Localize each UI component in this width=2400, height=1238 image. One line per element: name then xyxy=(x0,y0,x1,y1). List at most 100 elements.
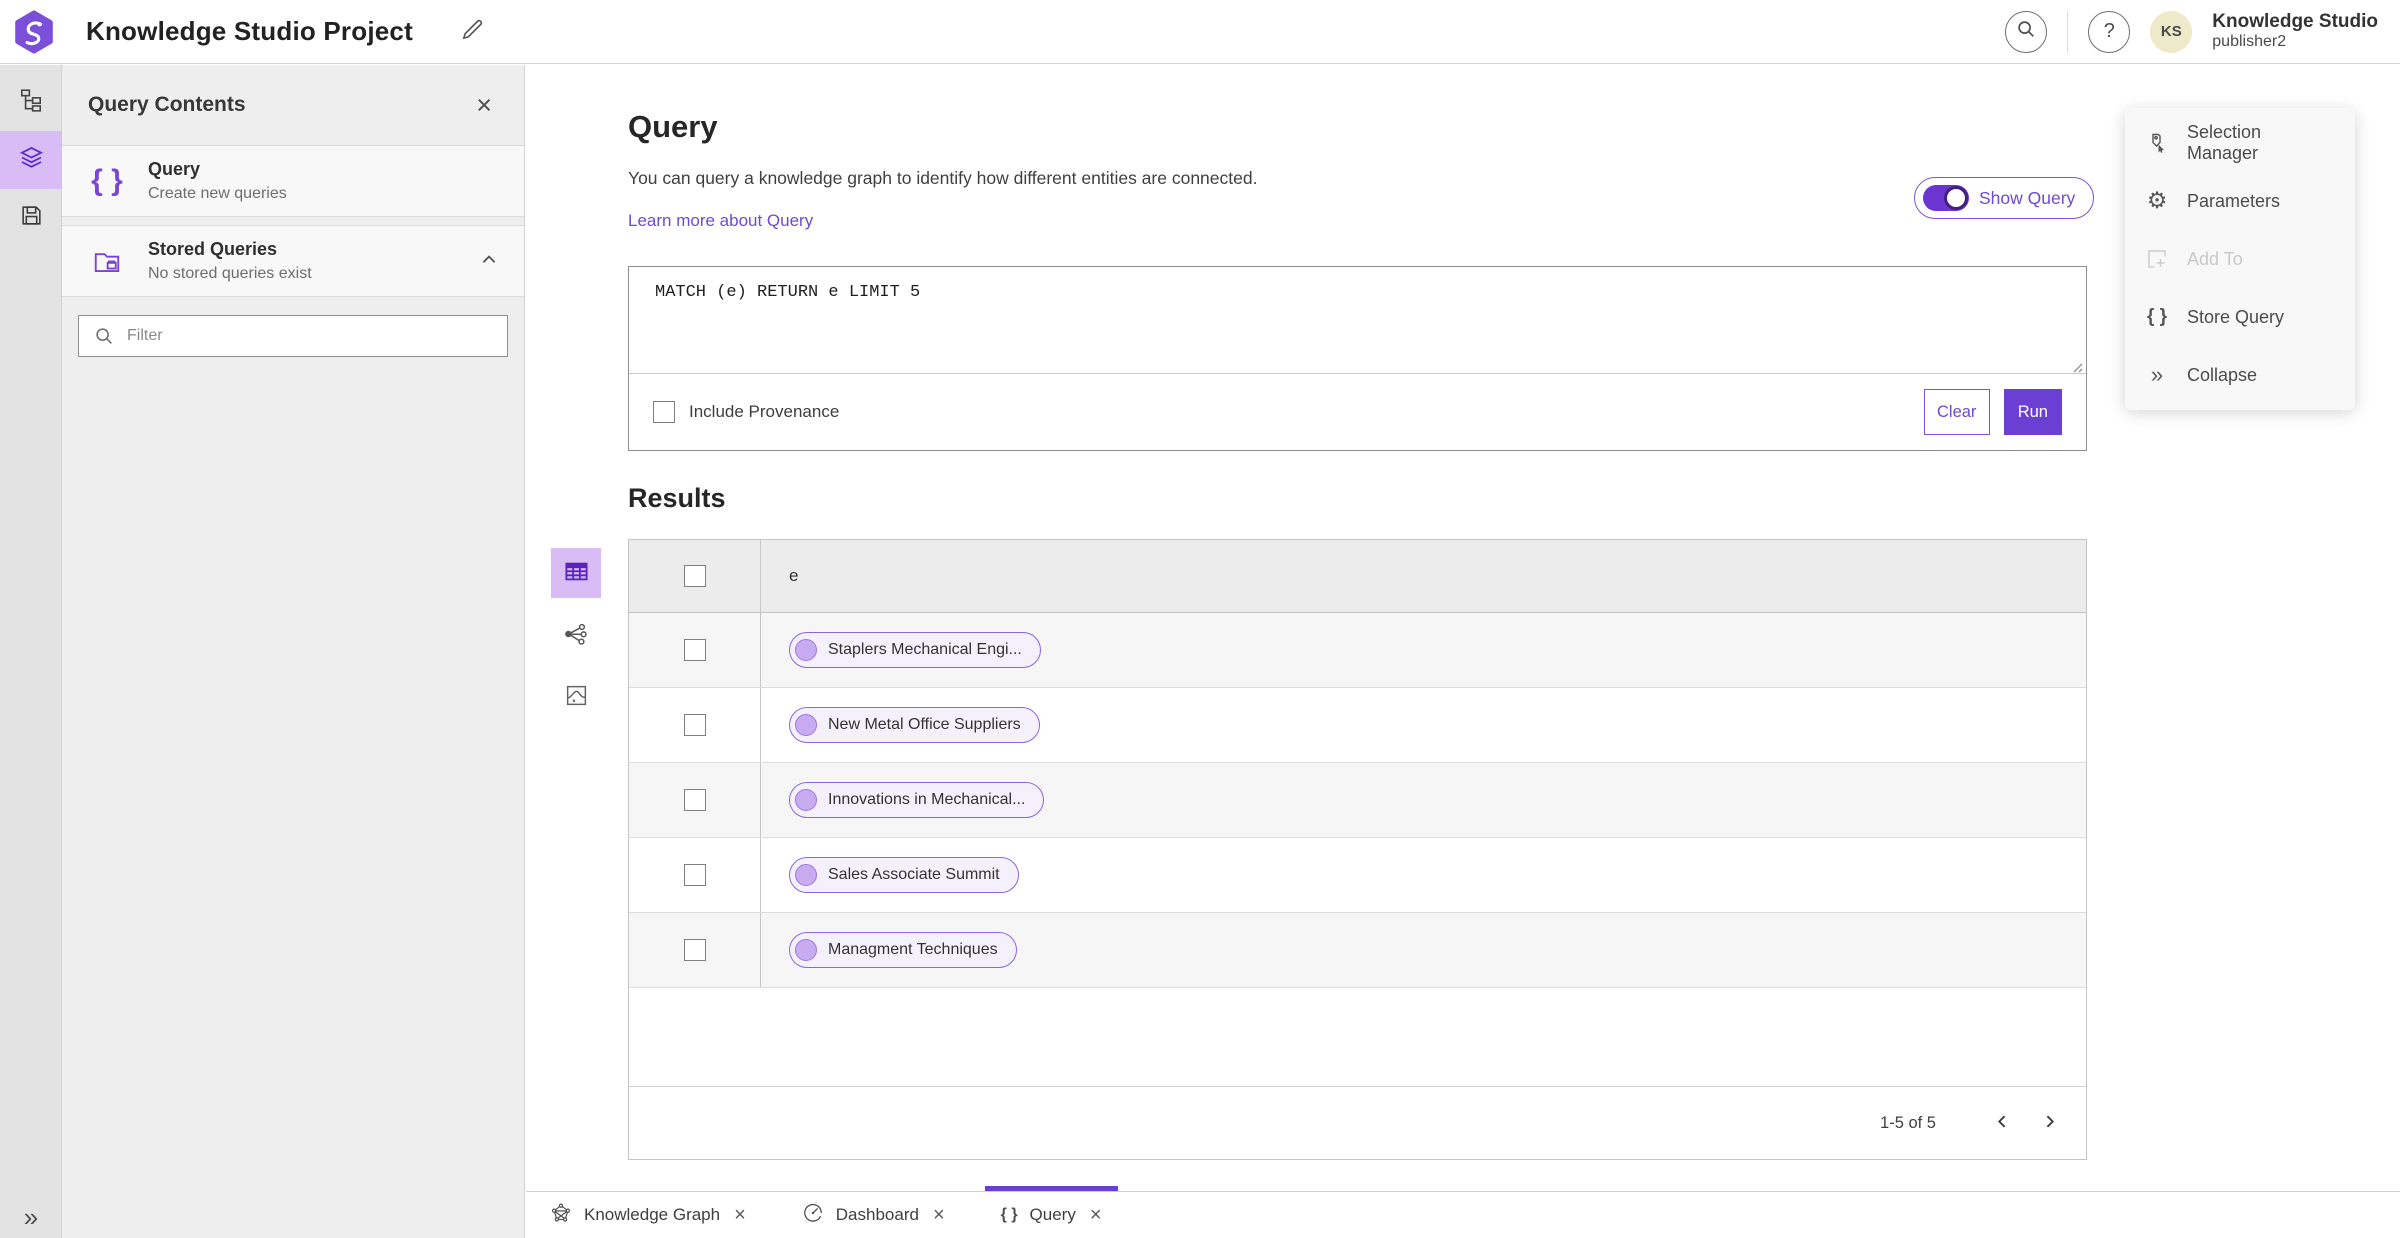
rail-item-data-model[interactable] xyxy=(0,73,62,131)
query-contents-panel: Query Contents × { } Query Create new qu… xyxy=(62,65,525,1238)
tab-query[interactable]: { } Query × xyxy=(984,1186,1118,1238)
resize-grip[interactable] xyxy=(2069,359,2083,378)
collapse-section-button[interactable] xyxy=(476,247,502,276)
toggle-knob xyxy=(1944,186,1968,210)
row-checkbox[interactable] xyxy=(683,864,706,886)
menu-item-label: Selection Manager xyxy=(2187,122,2262,163)
menu-item-collapse[interactable]: » Collapse xyxy=(2125,346,2355,404)
table-icon xyxy=(563,558,590,588)
learn-more-link[interactable]: Learn more about Query xyxy=(628,211,813,231)
close-tab-icon[interactable]: × xyxy=(1090,1205,1102,1225)
row-checkbox[interactable] xyxy=(683,939,706,961)
query-description: You can query a knowledge graph to ident… xyxy=(628,168,1258,188)
run-button[interactable]: Run xyxy=(2003,389,2062,435)
header-actions: ? KS Knowledge Studio publisher2 xyxy=(2005,10,2400,53)
search-button[interactable] xyxy=(2005,10,2048,53)
tab-label: Query xyxy=(1029,1205,1076,1224)
panel-item-title: Stored Queries xyxy=(148,239,278,259)
chevron-right-icon xyxy=(2041,1113,2058,1133)
table-footer: 1-5 of 5 xyxy=(629,1086,2086,1159)
menu-item-selection-manager[interactable]: Selection Manager xyxy=(2125,114,2355,172)
entity-pill[interactable]: Staplers Mechanical Engi... xyxy=(789,632,1041,668)
hierarchy-icon xyxy=(18,87,44,118)
select-all-checkbox[interactable] xyxy=(683,565,706,587)
menu-item-add-to: Add To xyxy=(2125,230,2355,288)
entity-pill[interactable]: Managment Techniques xyxy=(789,932,1017,968)
table-header-row: e xyxy=(629,540,2086,613)
map-view-button[interactable] xyxy=(551,672,601,722)
row-checkbox[interactable] xyxy=(683,789,706,811)
row-checkbox[interactable] xyxy=(683,714,706,736)
menu-item-label: Add To xyxy=(2187,248,2243,269)
menu-item-parameters[interactable]: ⚙ Parameters xyxy=(2125,172,2355,230)
braces-icon: { } xyxy=(91,164,123,197)
link-chart-icon xyxy=(563,621,589,650)
user-name: Knowledge Studio xyxy=(2212,11,2378,33)
results-view-toolbar xyxy=(551,548,601,734)
include-provenance-checkbox[interactable] xyxy=(653,401,675,423)
rail-item-layers[interactable] xyxy=(0,131,62,189)
main-content: Query You can query a knowledge graph to… xyxy=(526,65,2400,1238)
filter-input[interactable] xyxy=(78,315,508,357)
header-checkbox-cell xyxy=(629,540,761,612)
entity-node-icon xyxy=(795,939,817,961)
toggle-switch[interactable] xyxy=(1923,185,1969,211)
clear-button[interactable]: Clear xyxy=(1923,389,1990,435)
panel-close-button[interactable]: × xyxy=(470,91,498,120)
show-query-toggle[interactable]: Show Query xyxy=(1914,177,2095,219)
menu-item-label: Collapse xyxy=(2187,364,2258,385)
folder-icon xyxy=(84,246,130,276)
save-icon xyxy=(19,203,44,233)
collapse-icon: » xyxy=(2150,362,2164,387)
app-logo-icon[interactable] xyxy=(12,9,56,54)
previous-page-button[interactable] xyxy=(1988,1107,2017,1139)
entity-pill[interactable]: Sales Associate Summit xyxy=(789,857,1019,893)
table-row[interactable]: Sales Associate Summit xyxy=(629,838,2086,913)
table-view-button[interactable] xyxy=(551,548,601,598)
entity-label: Sales Associate Summit xyxy=(828,866,1000,883)
tab-knowledge-graph[interactable]: Knowledge Graph × xyxy=(542,1192,754,1238)
search-icon xyxy=(2015,18,2037,46)
entity-label: Staplers Mechanical Engi... xyxy=(828,641,1022,658)
entity-pill[interactable]: New Metal Office Suppliers xyxy=(789,707,1040,743)
help-icon: ? xyxy=(2103,20,2115,42)
entity-label: New Metal Office Suppliers xyxy=(828,716,1021,733)
user-menu[interactable]: Knowledge Studio publisher2 xyxy=(2212,11,2378,51)
query-actions-menu: Selection Manager ⚙ Parameters Add To { … xyxy=(2125,108,2355,410)
query-editor-box: MATCH (e) RETURN e LIMIT 5 Include Prove… xyxy=(628,266,2087,451)
chevron-up-icon xyxy=(480,254,498,272)
header-divider xyxy=(2067,10,2069,53)
entity-label: Innovations in Mechanical... xyxy=(828,791,1026,808)
table-row[interactable]: Innovations in Mechanical... xyxy=(629,763,2086,838)
help-button[interactable]: ? xyxy=(2088,10,2131,53)
selection-manager-icon xyxy=(2143,131,2171,155)
table-row[interactable]: New Metal Office Suppliers xyxy=(629,688,2086,763)
dashboard-icon xyxy=(802,1202,824,1229)
next-page-button[interactable] xyxy=(2035,1107,2064,1139)
entity-node-icon xyxy=(795,714,817,736)
rail-expand-button[interactable]: » xyxy=(0,1204,62,1230)
edit-title-button[interactable] xyxy=(455,13,489,50)
close-tab-icon[interactable]: × xyxy=(734,1205,746,1225)
user-avatar[interactable]: KS xyxy=(2150,10,2193,53)
close-tab-icon[interactable]: × xyxy=(933,1205,945,1225)
table-row[interactable]: Managment Techniques xyxy=(629,913,2086,988)
menu-item-store-query[interactable]: { } Store Query xyxy=(2125,288,2355,346)
link-chart-view-button[interactable] xyxy=(551,610,601,660)
table-empty-area xyxy=(629,988,2086,1086)
panel-item-query[interactable]: { } Query Create new queries xyxy=(62,146,524,217)
panel-item-title: Query xyxy=(148,159,201,179)
braces-icon: { } xyxy=(1000,1206,1018,1223)
table-row[interactable]: Staplers Mechanical Engi... xyxy=(629,613,2086,688)
entity-node-icon xyxy=(795,864,817,886)
rail-item-save[interactable] xyxy=(0,189,62,247)
panel-title: Query Contents xyxy=(88,93,246,116)
project-title: Knowledge Studio Project xyxy=(86,16,413,46)
toggle-label: Show Query xyxy=(1979,187,2076,208)
panel-item-stored-queries[interactable]: Stored Queries No stored queries exist xyxy=(62,225,524,297)
entity-pill[interactable]: Innovations in Mechanical... xyxy=(789,782,1045,818)
row-checkbox[interactable] xyxy=(683,639,706,661)
tab-label: Dashboard xyxy=(835,1205,919,1224)
tab-dashboard[interactable]: Dashboard × xyxy=(794,1192,953,1238)
query-textarea[interactable]: MATCH (e) RETURN e LIMIT 5 xyxy=(629,267,2086,374)
